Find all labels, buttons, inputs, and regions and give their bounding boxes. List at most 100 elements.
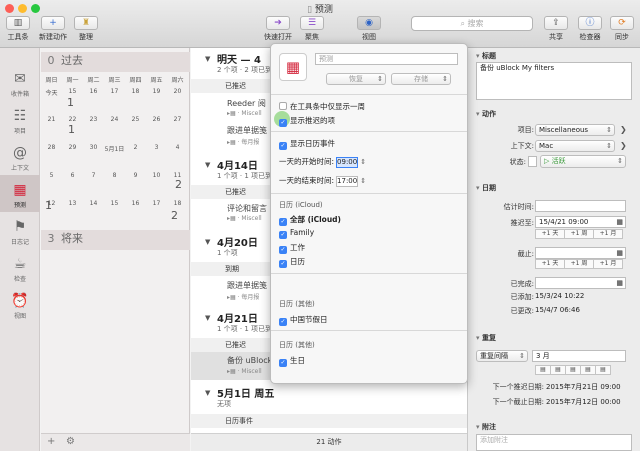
view-options-popover: ▦ 预测 恢复 存储 在工具条中仅显示一周 ✓显示推迟的项 ✓显示日历事件 一天… <box>270 43 468 384</box>
defer-input[interactable]: 15/4/21 09:00 ▦ <box>535 216 626 228</box>
note-field[interactable]: 添加附注 <box>476 434 632 451</box>
project-arrow-icon[interactable]: ❯ <box>620 125 627 134</box>
sidebar-item-forecast[interactable]: ▦ 预测 <box>0 175 40 212</box>
status-color-icon <box>528 156 537 167</box>
future-row[interactable]: 3 将来 <box>41 230 190 250</box>
new-action-button[interactable]: + 新建动作 <box>39 16 67 42</box>
save-button[interactable]: 存储 <box>391 73 451 85</box>
calendar-holidays-checkbox[interactable]: ✓ 中国节假日 <box>279 314 328 326</box>
repeat-mode-select[interactable]: 重复间隔 <box>476 350 528 362</box>
clean-up-button[interactable]: ♜ 整理 <box>74 16 98 42</box>
coffee-icon: ☕ <box>13 256 27 272</box>
disclosure-icon[interactable]: ▼ <box>205 314 210 322</box>
sidebar-item-flagged[interactable]: ⚑ 日志记 <box>0 212 40 249</box>
sidebar-icon: ▥ <box>6 16 30 30</box>
search-input[interactable]: ⌕ 搜索 <box>411 16 533 31</box>
calendar-icon[interactable]: ▦ <box>616 278 623 288</box>
show-deferred-checkbox[interactable]: ✓ 显示推迟的项 <box>274 111 335 127</box>
view-button[interactable]: ◉ 视图 <box>357 16 381 42</box>
stepper-icon[interactable]: ⇕ <box>358 158 366 166</box>
group-title: 4月20日 <box>217 238 258 249</box>
perspective-sidebar: ✉ 收件箱 ☷ 项目 @ 上下文 ▦ 预测 ⚑ 日志记 ☕ 检查 ⏰ 视图 <box>0 48 40 451</box>
share-button[interactable]: ⇪ 共享 <box>544 16 568 42</box>
calendar-all-icloud-checkbox[interactable]: ✓ 全部 (iCloud) <box>279 214 341 226</box>
sidebar-item-contexts[interactable]: @ 上下文 <box>0 138 40 175</box>
checkmark-icon: ✓ <box>279 119 287 127</box>
calendar-footer: + ⚙ <box>41 433 190 451</box>
gear-icon[interactable]: ⚙ <box>66 436 75 447</box>
inspector-section-note[interactable]: 附注 <box>476 422 496 432</box>
group-subtitle: 2 个项 · 2 项已到 <box>217 66 273 74</box>
disclosure-icon[interactable]: ▼ <box>205 238 210 246</box>
disclosure-icon[interactable]: ▼ <box>205 161 210 169</box>
calendar-family-checkbox[interactable]: ✓ Family <box>279 228 314 239</box>
disclosure-icon[interactable]: ▼ <box>205 55 210 63</box>
inspector-section-title[interactable]: 标题 <box>476 51 496 61</box>
calendar-icon[interactable]: ▦ <box>616 248 623 258</box>
status-select[interactable]: ▷ 活跃 <box>540 155 626 168</box>
show-one-week-checkbox[interactable]: 在工具条中仅显示一周 <box>279 101 365 112</box>
project-select[interactable]: Miscellaneous <box>535 124 615 136</box>
icloud-calendars-heading: 日历 (iCloud) <box>279 201 323 209</box>
estimate-label: 估计时间: <box>503 203 534 211</box>
day-end-time-input[interactable]: 17:00 <box>336 176 359 187</box>
calendar-icon[interactable]: ▦ <box>616 217 623 227</box>
flag-icon: ⚑ <box>13 219 27 235</box>
calendar-work-checkbox[interactable]: ✓ 工作 <box>279 242 305 254</box>
quick-open-button[interactable]: ➔ 快速打开 <box>264 16 292 42</box>
group-subtitle: 1 个项 <box>217 249 238 257</box>
sidebar-item-inbox[interactable]: ✉ 收件箱 <box>0 64 40 101</box>
search-icon: ⌕ <box>460 19 465 28</box>
disclosure-icon[interactable]: ▼ <box>205 389 210 397</box>
stepper-icon[interactable]: ⇕ <box>358 177 366 185</box>
focus-button[interactable]: ☰ 聚焦 <box>300 16 324 42</box>
calendar-birthdays-checkbox[interactable]: ✓ 生日 <box>279 355 305 367</box>
inspector-button[interactable]: ⓘ 检查器 <box>578 16 602 42</box>
status-label: 状态: <box>509 158 526 166</box>
inspector-section-repeat[interactable]: 重复 <box>476 333 496 343</box>
checkmark-icon: ✓ <box>279 231 287 239</box>
context-select[interactable]: Mac <box>535 140 615 152</box>
estimate-input[interactable] <box>535 200 626 212</box>
info-icon: ⓘ <box>578 16 602 30</box>
inspector-section-action[interactable]: 动作 <box>476 109 496 119</box>
sidebar-item-review[interactable]: ☕ 检查 <box>0 249 40 286</box>
list-icon: ☰ <box>300 16 324 30</box>
due-input[interactable]: ▦ <box>535 247 626 259</box>
project-label: 项目: <box>517 126 534 134</box>
perspective-name-input[interactable]: 预测 <box>315 53 458 65</box>
inspector-section-dates[interactable]: 日期 <box>476 183 496 193</box>
context-arrow-icon[interactable]: ❯ <box>620 141 627 150</box>
defer-step-buttons[interactable]: +1 天 +1 周 +1 月 <box>535 229 623 239</box>
title-bar: ▯ 预测 ▥ 工具条 + 新建动作 ♜ 整理 ➔ 快速打开 ☰ 聚焦 ◉ 视图 ⌕ 搜索 ⇪… <box>0 0 640 48</box>
repeat-interval-input[interactable]: 3 月 <box>532 350 626 362</box>
day-start-time-input[interactable]: 09:00 <box>336 157 359 168</box>
title-field[interactable]: 备份 uBlock My filters <box>476 62 632 100</box>
document-icon: ▯ <box>307 5 313 15</box>
group-title: 明天 — 4 <box>217 55 261 66</box>
repeat-unit-buttons[interactable]: ▤ ▤ ▤ ▤ ▤ <box>535 365 611 375</box>
group-title: 4月14日 <box>217 161 258 172</box>
group-title: 4月21日 <box>217 314 258 325</box>
sync-button[interactable]: ⟳ 同步 <box>610 16 634 42</box>
due-step-buttons[interactable]: +1 天 +1 周 +1 月 <box>535 259 623 269</box>
checkmark-icon: ✓ <box>279 260 287 268</box>
restore-button[interactable]: 恢复 <box>326 73 386 85</box>
toolbar-sidebar-button[interactable]: ▥ 工具条 <box>6 16 30 42</box>
arrow-icon: ➔ <box>266 16 290 30</box>
sidebar-item-projects[interactable]: ☷ 项目 <box>0 101 40 138</box>
at-icon: @ <box>13 145 27 161</box>
sync-icon: ⟳ <box>610 16 634 30</box>
add-button[interactable]: + <box>47 436 55 447</box>
group-title: 5月1日 周五 <box>217 389 275 400</box>
next-defer-value: 2015年7月21日 09:00 <box>546 383 621 391</box>
past-row[interactable]: 0 过去 <box>41 52 190 72</box>
context-label: 上下文: <box>510 142 534 150</box>
sidebar-item-review-clock[interactable]: ⏰ 视图 <box>0 286 40 323</box>
app-window: ▯ 预测 ▥ 工具条 + 新建动作 ♜ 整理 ➔ 快速打开 ☰ 聚焦 ◉ 视图 ⌕ 搜索 ⇪… <box>0 0 640 451</box>
calendar-calendar-checkbox[interactable]: ✓ 日历 <box>279 256 305 268</box>
forecast-app-icon: ▦ <box>279 53 307 81</box>
checkbox-unchecked-icon <box>279 102 287 110</box>
completed-input[interactable]: ▦ <box>535 277 626 289</box>
show-calendar-events-checkbox[interactable]: ✓ 显示日历事件 <box>279 138 335 150</box>
